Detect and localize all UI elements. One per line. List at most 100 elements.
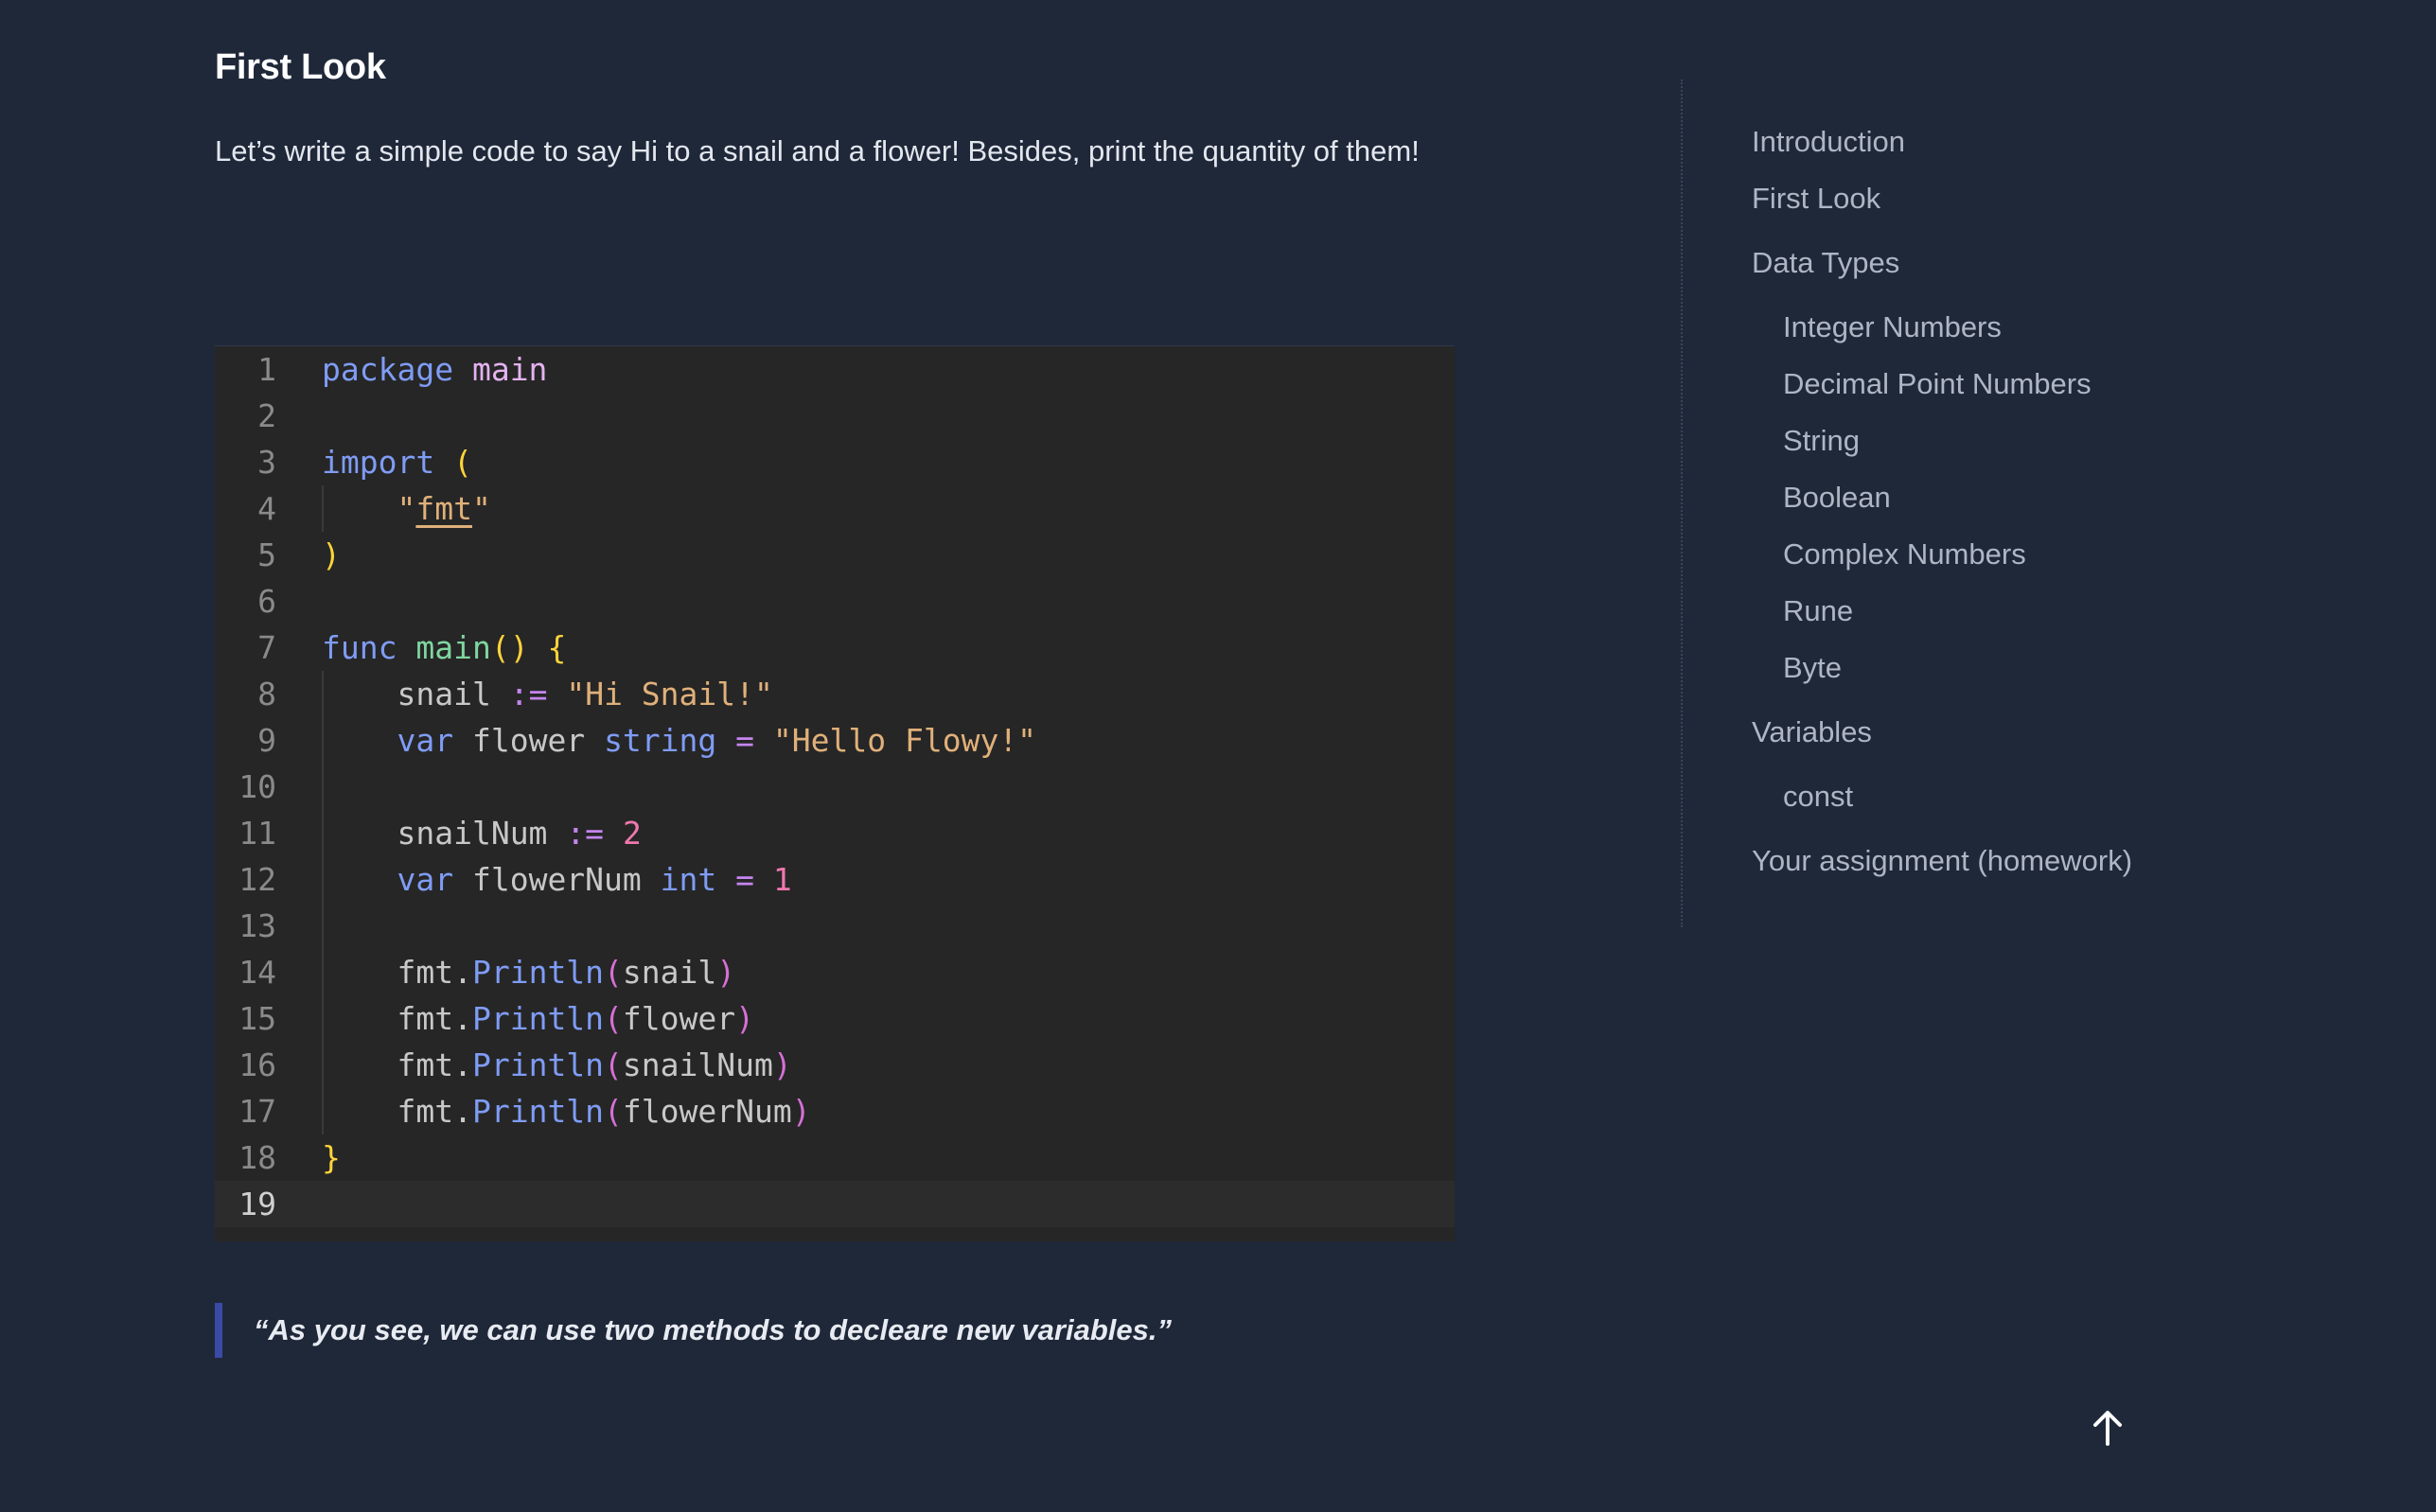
toc-item-complex-numbers[interactable]: Complex Numbers (1783, 537, 2026, 571)
token-method: Println (471, 1046, 605, 1083)
line-number: 16 (238, 1046, 276, 1083)
token-identifier: snail (622, 954, 717, 991)
toc-item-rune[interactable]: Rune (1783, 594, 1853, 628)
token-function: main (415, 629, 491, 666)
code-line-active[interactable]: 19 (215, 1181, 1455, 1227)
token-operator: = (735, 861, 755, 898)
code-text: fmt.Println(flowerNum) (322, 1088, 811, 1134)
code-line: 5 ) (215, 532, 1455, 578)
line-number: 17 (238, 1093, 276, 1130)
token-paren: ) (322, 536, 341, 573)
token-keyword: package (322, 351, 454, 388)
line-number: 4 (257, 490, 276, 527)
token-paren: ( (604, 1093, 623, 1130)
table-of-contents: Introduction First Look Data Types Integ… (1681, 79, 2251, 927)
code-line: 17 fmt.Println(flowerNum) (215, 1088, 1455, 1134)
code-line: 12 var flowerNum int = 1 (215, 856, 1455, 903)
line-number: 12 (238, 861, 276, 898)
token-identifier: flowerNum (471, 861, 642, 898)
token-paren: ) (735, 1000, 755, 1037)
code-block[interactable]: 1 package main 2 3 import ( 4 "fmt" 5 ) (215, 345, 1455, 1241)
token-paren: ( (453, 444, 472, 481)
code-text: "fmt" (322, 485, 491, 532)
code-line: 15 fmt.Println(flower) (215, 995, 1455, 1042)
code-text: fmt.Println(flower) (322, 995, 754, 1042)
token-string[interactable]: fmt (415, 490, 472, 527)
line-number: 7 (257, 629, 276, 666)
code-line: 1 package main (215, 346, 1455, 393)
toc-item-byte[interactable]: Byte (1783, 651, 1842, 685)
token-type: string (604, 722, 717, 759)
code-line: 8 snail := "Hi Snail!" (215, 671, 1455, 717)
token-keyword: var (397, 722, 454, 759)
token-operator: := (509, 676, 548, 712)
line-number: 15 (238, 1000, 276, 1037)
token-keyword: import (322, 444, 435, 481)
token-method: Println (471, 954, 605, 991)
token-package-name: main (471, 351, 548, 388)
line-number: 11 (238, 815, 276, 852)
back-to-top-button[interactable] (2086, 1406, 2129, 1450)
token-keyword: func (322, 629, 397, 666)
toc-item-variables[interactable]: Variables (1752, 715, 1872, 749)
token-string: " (397, 490, 416, 527)
line-number: 9 (257, 722, 276, 759)
code-line: 7 func main() { (215, 624, 1455, 671)
toc-item-first-look[interactable]: First Look (1752, 182, 1880, 216)
code-line: 16 fmt.Println(snailNum) (215, 1042, 1455, 1088)
token-identifier: fmt. (397, 1093, 472, 1130)
line-number: 19 (238, 1186, 276, 1222)
toc-item-string[interactable]: String (1783, 424, 1860, 458)
toc-item-data-types[interactable]: Data Types (1752, 246, 1899, 280)
token-string: "Hi Snail!" (566, 676, 773, 712)
token-brace: } (322, 1139, 341, 1176)
token-identifier: flower (622, 1000, 736, 1037)
line-number: 1 (257, 351, 276, 388)
code-line: 14 fmt.Println(snail) (215, 949, 1455, 995)
toc-item-decimal-point-numbers[interactable]: Decimal Point Numbers (1783, 367, 2092, 401)
token-identifier: flower (471, 722, 586, 759)
code-line: 18 } (215, 1134, 1455, 1181)
toc-item-your-assignment[interactable]: Your assignment (homework) (1752, 844, 2132, 878)
code-line: 3 import ( (215, 439, 1455, 485)
toc-item-introduction[interactable]: Introduction (1752, 125, 1905, 159)
code-text: fmt.Println(snailNum) (322, 1042, 791, 1088)
code-text: } (322, 1134, 341, 1181)
code-text: fmt.Println(snail) (322, 949, 735, 995)
toc-item-const[interactable]: const (1783, 780, 1853, 814)
code-text: func main() { (322, 624, 566, 671)
code-line: 6 (215, 578, 1455, 624)
code-line: 10 (215, 764, 1455, 810)
code-text: snailNum := 2 (322, 810, 641, 856)
token-string: " (471, 490, 491, 527)
token-paren: () (490, 629, 529, 666)
token-operator: := (566, 815, 605, 852)
line-number: 6 (257, 583, 276, 620)
token-identifier: flowerNum (622, 1093, 792, 1130)
intro-paragraph: Let’s write a simple code to say Hi to a… (215, 134, 1420, 167)
code-line: 11 snailNum := 2 (215, 810, 1455, 856)
line-number: 8 (257, 676, 276, 712)
token-number: 1 (772, 861, 792, 898)
token-keyword: var (397, 861, 454, 898)
line-number: 10 (238, 768, 276, 805)
token-identifier: snailNum (622, 1046, 773, 1083)
code-line: 4 "fmt" (215, 485, 1455, 532)
line-number: 14 (238, 954, 276, 991)
token-identifier: fmt. (397, 954, 472, 991)
token-brace: { (547, 629, 567, 666)
blockquote: “As you see, we can use two methods to d… (215, 1303, 1172, 1358)
token-paren: ) (791, 1093, 811, 1130)
token-identifier: fmt. (397, 1000, 472, 1037)
line-number: 3 (257, 444, 276, 481)
line-number: 2 (257, 397, 276, 434)
code-text: package main (322, 346, 547, 393)
code-line: 9 var flower string = "Hello Flowy!" (215, 717, 1455, 764)
code-text: var flower string = "Hello Flowy!" (322, 717, 1036, 764)
token-paren: ( (604, 1046, 623, 1083)
line-number: 5 (257, 536, 276, 573)
toc-item-boolean[interactable]: Boolean (1783, 481, 1891, 515)
toc-item-integer-numbers[interactable]: Integer Numbers (1783, 310, 2002, 344)
token-identifier: snail (397, 676, 491, 712)
token-method: Println (471, 1093, 605, 1130)
